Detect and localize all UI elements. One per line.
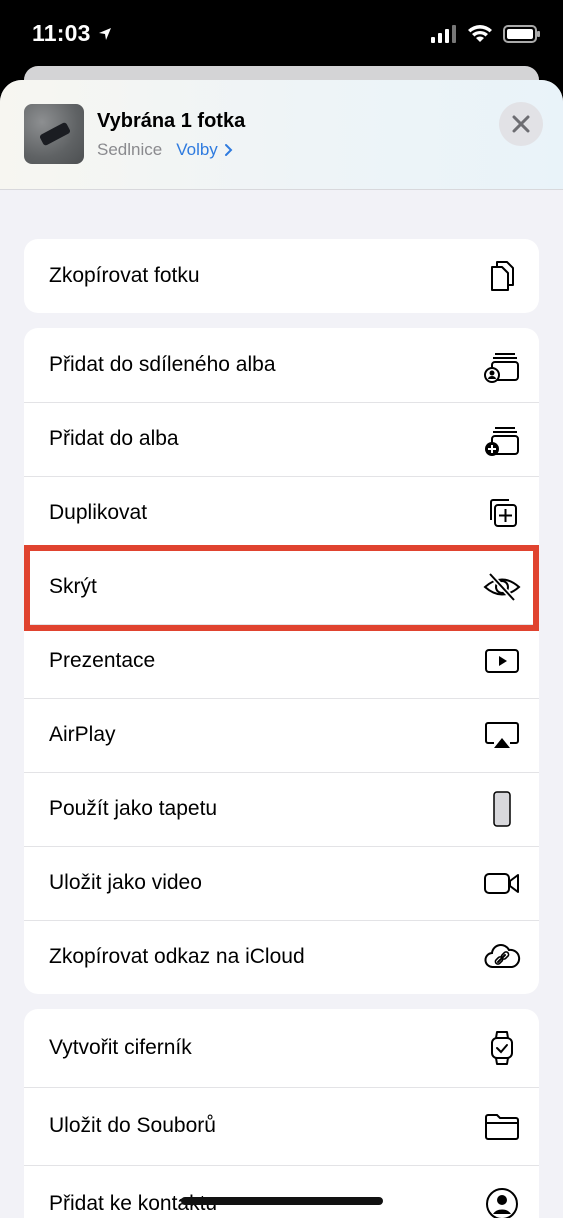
photo-thumbnail	[24, 104, 84, 164]
slideshow-play-icon	[483, 642, 521, 680]
action-hide[interactable]: Skrýt	[24, 550, 539, 624]
action-label: Zkopírovat fotku	[49, 264, 200, 287]
action-slideshow[interactable]: Prezentace	[24, 624, 539, 698]
cellular-signal-icon	[431, 25, 456, 43]
contact-icon	[483, 1185, 521, 1218]
action-label: Prezentace	[49, 649, 156, 672]
clock-text: 11:03	[32, 20, 91, 46]
share-sheet-header: Vybrána 1 fotka Sedlnice Volby	[0, 80, 563, 190]
action-create-watch-face[interactable]: Vytvořit ciferník	[24, 1009, 539, 1087]
action-label: Zkopírovat odkaz na iCloud	[49, 945, 305, 968]
add-album-icon	[483, 420, 521, 458]
action-save-as-video[interactable]: Uložit jako video	[24, 846, 539, 920]
action-label: AirPlay	[49, 723, 116, 746]
duplicate-icon	[483, 494, 521, 532]
home-indicator[interactable]	[181, 1197, 383, 1205]
selection-title: Vybrána 1 fotka	[97, 110, 246, 132]
hide-eye-slash-icon	[483, 568, 521, 606]
video-camera-icon	[483, 864, 521, 902]
selection-subtitle: Sedlnice Volby	[97, 140, 234, 160]
action-group-copy: Zkopírovat fotku	[24, 239, 539, 313]
airplay-icon	[483, 716, 521, 754]
shared-album-icon	[483, 346, 521, 384]
action-label: Použít jako tapetu	[49, 797, 218, 820]
action-label: Skrýt	[49, 575, 97, 598]
action-duplicate[interactable]: Duplikovat	[24, 476, 539, 550]
folder-icon	[483, 1107, 521, 1145]
action-save-to-files[interactable]: Uložit do Souborů	[24, 1087, 539, 1165]
action-label: Uložit jako video	[49, 871, 202, 894]
action-label: Vytvořit ciferník	[49, 1036, 192, 1059]
action-label: Duplikovat	[49, 501, 148, 524]
action-label: Uložit do Souborů	[49, 1114, 216, 1137]
close-button[interactable]	[499, 102, 543, 146]
icloud-link-icon	[483, 938, 521, 976]
location-label: Sedlnice	[97, 140, 163, 159]
phone-wallpaper-icon	[483, 790, 521, 828]
battery-icon	[503, 25, 540, 43]
status-bar: 11:03	[0, 0, 563, 68]
status-icons	[431, 24, 541, 44]
action-copy-icloud-link[interactable]: Zkopírovat odkaz na iCloud	[24, 920, 539, 994]
action-label: Přidat do alba	[49, 427, 179, 450]
action-add-album[interactable]: Přidat do alba	[24, 402, 539, 476]
action-group-more: Vytvořit ciferník Uložit do Souborů Přid…	[24, 1009, 539, 1218]
copy-icon	[483, 257, 521, 295]
location-arrow-icon	[98, 27, 111, 40]
action-group-main: Přidat do sdíleného alba Přidat do alba …	[24, 328, 539, 994]
chevron-right-icon	[224, 144, 233, 156]
options-label[interactable]: Volby	[176, 140, 218, 160]
options-link[interactable]: Volby	[176, 140, 234, 160]
action-add-shared-album[interactable]: Přidat do sdíleného alba	[24, 328, 539, 402]
action-copy-photo[interactable]: Zkopírovat fotku	[24, 239, 539, 313]
action-label: Přidat do sdíleného alba	[49, 353, 276, 376]
watch-icon	[483, 1029, 521, 1067]
action-add-to-contact[interactable]: Přidat ke kontaktu	[24, 1165, 539, 1218]
wifi-icon	[468, 25, 492, 42]
action-use-as-wallpaper[interactable]: Použít jako tapetu	[24, 772, 539, 846]
close-icon	[512, 115, 530, 133]
status-time: 11:03	[32, 20, 113, 47]
action-airplay[interactable]: AirPlay	[24, 698, 539, 772]
